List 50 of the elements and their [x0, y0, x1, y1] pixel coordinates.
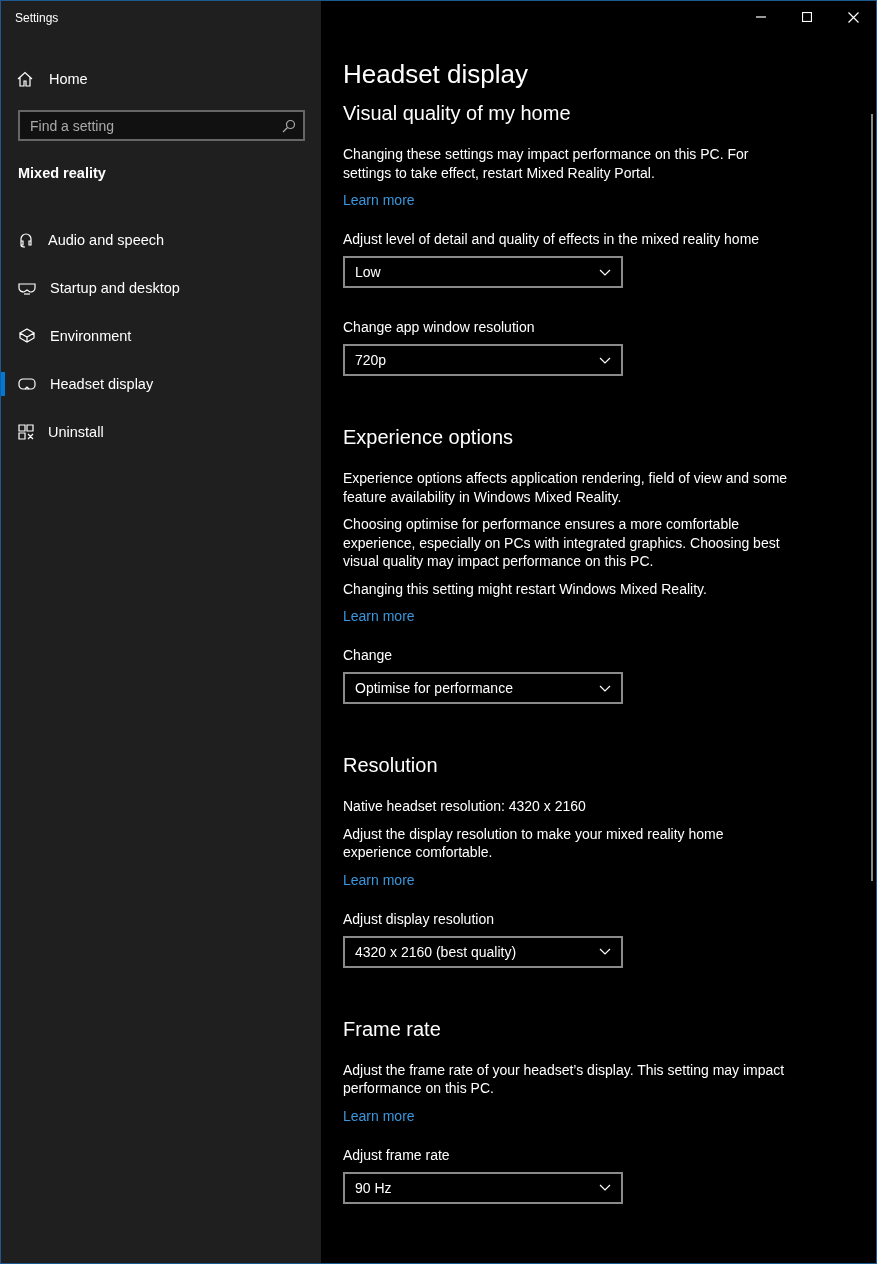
- chevron-down-icon: [599, 1184, 611, 1191]
- maximize-icon: [802, 12, 812, 22]
- section-heading: Visual quality of my home: [343, 101, 572, 126]
- section-heading: Resolution: [343, 753, 439, 778]
- learn-more-link[interactable]: Learn more: [343, 870, 415, 889]
- description-text: Changing these settings may impact performance on this PC. For settings to take effect, restart Mixed Reality Portal.: [343, 145, 750, 182]
- window-title: Settings: [15, 11, 60, 25]
- description-text: Experience options affects application rendering, field of view and some feature availability in Windows Mixed Reality.: [343, 469, 789, 506]
- scrollbar-thumb[interactable]: [871, 114, 873, 881]
- learn-more-link[interactable]: Learn more: [343, 191, 415, 209]
- cube-icon: [18, 328, 36, 344]
- home-nav-item[interactable]: Home: [17, 59, 321, 99]
- section-label: Mixed reality: [18, 164, 107, 182]
- close-icon: [847, 11, 859, 23]
- dropdown-label: Adjust level of detail and quality of effects in the mixed reality home: [343, 230, 760, 248]
- description-text: Changing this setting might restart Windows Mixed Reality.: [343, 579, 708, 598]
- chevron-down-icon: [599, 948, 611, 955]
- chevron-down-icon: [599, 268, 611, 276]
- apps-remove-icon: [18, 424, 34, 440]
- nav-item[interactable]: Headset display: [1, 360, 321, 408]
- dropdown-label: Adjust frame rate: [343, 1145, 450, 1164]
- nav-item[interactable]: Uninstall: [1, 408, 321, 456]
- nav-item[interactable]: Audio and speech: [1, 216, 321, 264]
- page-title: Headset display: [343, 58, 529, 91]
- nav-item[interactable]: Environment: [1, 312, 321, 360]
- dropdown-label: Adjust display resolution: [343, 909, 494, 928]
- dropdown[interactable]: 90 Hz: [343, 1171, 623, 1204]
- dropdown[interactable]: Optimise for performance: [343, 672, 623, 704]
- description-text: Choosing optimise for performance ensures a more comfortable experience, especially on PCs with integrated graphics. Choosing best visual quality may impact performance on this PC.: [343, 515, 781, 571]
- description-text: Adjust the frame rate of your headset’s display. This setting may impact performance on this PC.: [343, 1060, 786, 1098]
- dropdown-label: Change: [343, 646, 393, 664]
- nav-item[interactable]: Startup and desktop: [1, 264, 321, 312]
- dropdown-label: Change app window resolution: [343, 318, 535, 336]
- description-text: Adjust the display resolution to make your mixed reality home experience comfortable.: [343, 824, 725, 862]
- dropdown[interactable]: 720p: [343, 344, 623, 376]
- dropdown[interactable]: 4320 x 2160 (best quality): [343, 935, 623, 968]
- dropdown[interactable]: Low: [343, 256, 623, 288]
- section-heading: Frame rate: [343, 1016, 442, 1042]
- chevron-down-icon: [599, 356, 611, 364]
- chevron-down-icon: [599, 684, 611, 692]
- section-heading: Experience options: [343, 425, 515, 450]
- search-icon: [282, 119, 296, 133]
- learn-more-link[interactable]: Learn more: [343, 1106, 415, 1125]
- headset-display-icon: [18, 377, 36, 391]
- goggles-icon: [18, 280, 36, 296]
- search-field[interactable]: Find a setting: [18, 110, 305, 141]
- headset-icon: [18, 232, 34, 248]
- home-icon: [17, 71, 33, 87]
- description-text: Native headset resolution: 4320 x 2160: [343, 797, 587, 816]
- learn-more-link[interactable]: Learn more: [343, 607, 415, 625]
